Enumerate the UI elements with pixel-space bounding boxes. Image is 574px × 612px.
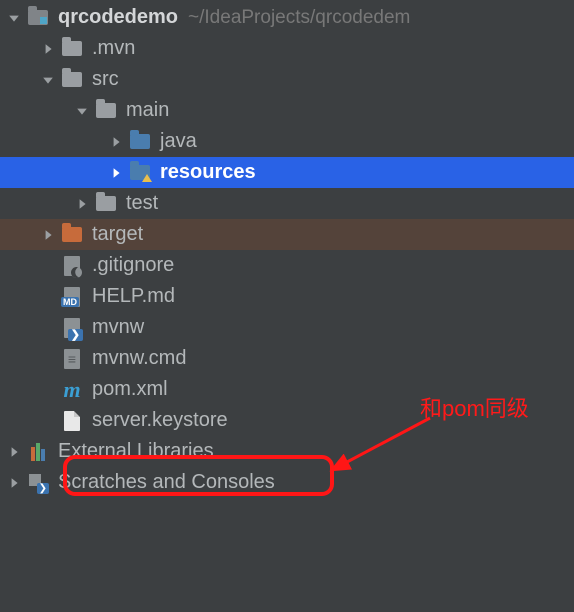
folder-icon: [60, 68, 84, 92]
chevron-right-icon[interactable]: [108, 165, 124, 181]
node-label: main: [126, 99, 169, 122]
maven-file-icon: m: [60, 378, 84, 402]
chevron-down-icon[interactable]: [6, 10, 22, 26]
libraries-icon: [26, 440, 50, 464]
node-label: test: [126, 192, 158, 215]
folder-icon: [94, 192, 118, 216]
chevron-down-icon[interactable]: [40, 72, 56, 88]
node-label: External Libraries: [58, 440, 214, 463]
shell-file-icon: [60, 316, 84, 340]
node-label: resources: [160, 161, 256, 184]
tree-node-test[interactable]: test: [0, 188, 574, 219]
module-folder-icon: [26, 6, 50, 30]
chevron-right-icon[interactable]: [40, 227, 56, 243]
scratches-icon: [26, 471, 50, 495]
tree-node-project-root[interactable]: qrcodedemo ~/IdeaProjects/qrcodedem: [0, 2, 574, 33]
node-label: .gitignore: [92, 254, 174, 277]
tree-node-pom[interactable]: m pom.xml: [0, 374, 574, 405]
chevron-right-icon[interactable]: [108, 134, 124, 150]
node-label: server.keystore: [92, 409, 228, 432]
tree-node-help-md[interactable]: HELP.md: [0, 281, 574, 312]
chevron-right-icon[interactable]: [6, 475, 22, 491]
resources-folder-icon: [128, 161, 152, 185]
node-label: Scratches and Consoles: [58, 471, 275, 494]
node-label: target: [92, 223, 143, 246]
chevron-right-icon[interactable]: [6, 444, 22, 460]
tree-node-resources[interactable]: resources: [0, 157, 574, 188]
excluded-folder-icon: [60, 223, 84, 247]
chevron-right-icon[interactable]: [74, 196, 90, 212]
markdown-file-icon: [60, 285, 84, 309]
tree-node-server-keystore[interactable]: server.keystore: [0, 405, 574, 436]
tree-node-main[interactable]: main: [0, 95, 574, 126]
node-label: java: [160, 130, 197, 153]
chevron-right-icon[interactable]: [40, 41, 56, 57]
node-label: .mvn: [92, 37, 135, 60]
node-label: mvnw: [92, 316, 144, 339]
plain-file-icon: [60, 409, 84, 433]
gitignore-file-icon: [60, 254, 84, 278]
tree-node-java[interactable]: java: [0, 126, 574, 157]
node-label: src: [92, 68, 119, 91]
tree-node-src[interactable]: src: [0, 64, 574, 95]
tree-node-external-libraries[interactable]: External Libraries: [0, 436, 574, 467]
folder-icon: [60, 37, 84, 61]
tree-node-mvn[interactable]: .mvn: [0, 33, 574, 64]
tree-node-target[interactable]: target: [0, 219, 574, 250]
node-label: mvnw.cmd: [92, 347, 186, 370]
text-file-icon: [60, 347, 84, 371]
project-name: qrcodedemo: [58, 6, 178, 29]
node-label: HELP.md: [92, 285, 175, 308]
tree-node-mvnw-cmd[interactable]: mvnw.cmd: [0, 343, 574, 374]
source-folder-icon: [128, 130, 152, 154]
project-path-hint: ~/IdeaProjects/qrcodedem: [188, 7, 410, 29]
node-label: pom.xml: [92, 378, 168, 401]
tree-node-gitignore[interactable]: .gitignore: [0, 250, 574, 281]
folder-icon: [94, 99, 118, 123]
project-tree[interactable]: qrcodedemo ~/IdeaProjects/qrcodedem .mvn…: [0, 0, 574, 498]
tree-node-scratches[interactable]: Scratches and Consoles: [0, 467, 574, 498]
tree-node-mvnw[interactable]: mvnw: [0, 312, 574, 343]
chevron-down-icon[interactable]: [74, 103, 90, 119]
